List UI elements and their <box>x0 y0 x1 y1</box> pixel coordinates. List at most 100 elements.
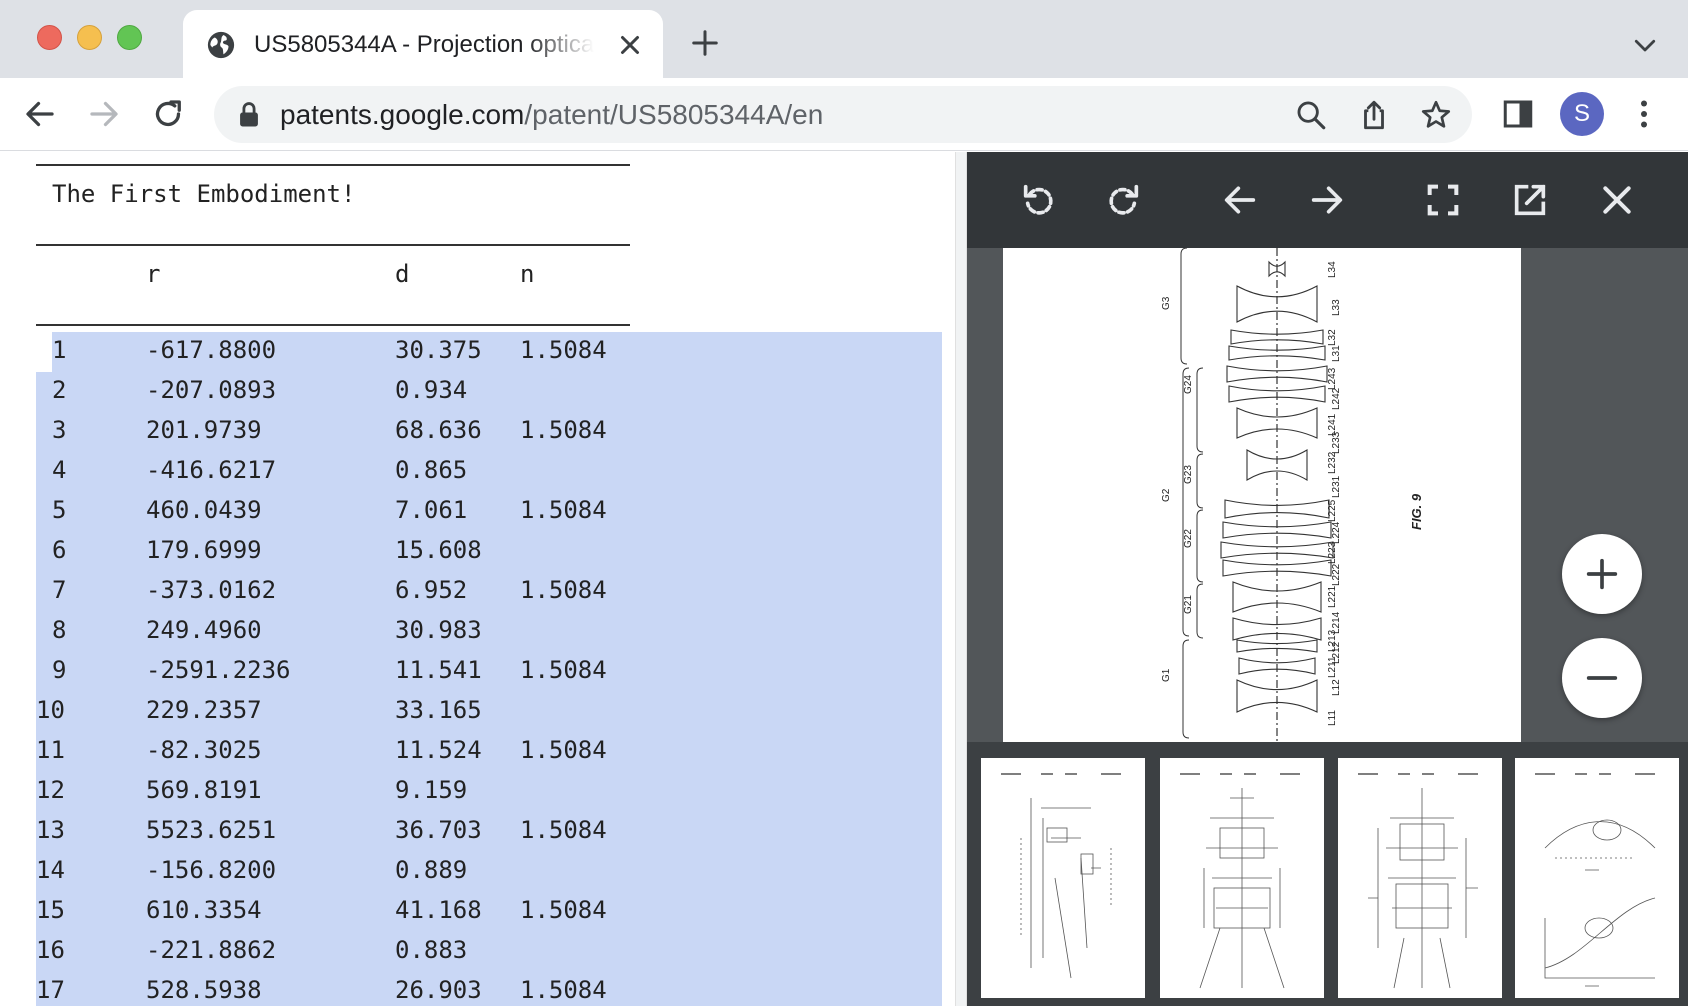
radius-value: -221.8862 <box>146 936 277 964</box>
radius-value: 610.3354 <box>146 896 262 924</box>
column-header-n: n <box>520 260 535 288</box>
chevron-down-icon[interactable] <box>1630 30 1660 60</box>
thumbnail-drawing <box>1180 773 1300 989</box>
lens-label: L223 <box>1327 541 1338 564</box>
next-image-icon[interactable] <box>1307 180 1347 220</box>
radius-value: 179.6999 <box>146 536 262 564</box>
group-label: G24 <box>1183 375 1194 394</box>
group-brackets <box>1180 248 1204 739</box>
close-window-button[interactable] <box>37 25 62 50</box>
tab-title: US5805344A - Projection optical system <box>254 31 594 58</box>
table-row: 8 249.4960 30.983 <box>0 612 955 652</box>
row-number: 12 <box>36 776 65 804</box>
group-bracket <box>1196 453 1204 509</box>
profile-avatar[interactable]: S <box>1560 92 1604 136</box>
radius-value: -617.8800 <box>146 336 277 364</box>
row-number: 17 <box>36 976 65 1004</box>
distance-value: 0.883 <box>395 936 468 964</box>
row-number: 13 <box>36 816 65 844</box>
radius-value: -207.0893 <box>146 376 277 404</box>
radius-value: 5523.6251 <box>146 816 277 844</box>
back-arrow-icon[interactable] <box>22 96 58 132</box>
url-path: /patent/US5805344A/en <box>524 99 824 130</box>
share-icon[interactable] <box>1357 98 1391 132</box>
distance-value: 41.168 <box>395 896 482 924</box>
figure-labels: G3 G24 G23 G2 G22 G21 G1 L34 L33 L32L31 L243L242 L2… <box>1161 261 1342 726</box>
row-number: 14 <box>36 856 65 884</box>
row-number: 10 <box>36 696 65 724</box>
globe-icon <box>207 31 235 59</box>
refractive-index-value: 1.5084 <box>520 816 607 844</box>
radius-value: 201.9739 <box>146 416 262 444</box>
lens-label: L11 <box>1327 710 1338 726</box>
thumbnail-1[interactable] <box>981 758 1145 998</box>
radius-value: 249.4960 <box>146 616 262 644</box>
forward-arrow-icon[interactable] <box>86 96 122 132</box>
lens-label: L222 <box>1331 563 1342 586</box>
lens-label: L225 <box>1327 499 1338 522</box>
group-bracket <box>1196 509 1204 583</box>
column-header-d: d <box>395 260 410 288</box>
minimize-window-button[interactable] <box>77 25 102 50</box>
thumbnail-3[interactable] <box>1338 758 1502 998</box>
refractive-index-value: 1.5084 <box>520 496 607 524</box>
image-viewer: G3 G24 G23 G2 G22 G21 G1 L34 L33 L32 L31 L243 L242 L2… <box>967 152 1688 1006</box>
bookmark-star-icon[interactable] <box>1419 98 1453 132</box>
lens-label: L224 <box>1331 521 1342 544</box>
thumbnail-2[interactable] <box>1160 758 1324 998</box>
new-tab-icon[interactable] <box>690 28 720 58</box>
row-number: 6 <box>52 536 67 564</box>
row-number: 2 <box>52 376 67 404</box>
more-menu-icon[interactable] <box>1626 96 1662 132</box>
maximize-window-button[interactable] <box>117 25 142 50</box>
row-number: 15 <box>36 896 65 924</box>
open-in-new-icon[interactable] <box>1510 180 1550 220</box>
figure-caption: FIG. 9 <box>1409 493 1424 530</box>
fullscreen-icon[interactable] <box>1423 180 1463 220</box>
row-number: 5 <box>52 496 67 524</box>
table-row: 14 -156.8200 0.889 <box>0 852 955 892</box>
row-number: 8 <box>52 616 67 644</box>
radius-value: -82.3025 <box>146 736 262 764</box>
zoom-in-button[interactable] <box>1562 534 1642 614</box>
group-bracket <box>1182 639 1190 739</box>
lens-label: L211 <box>1327 656 1338 678</box>
tab-strip: US5805344A - Projection optical system <box>0 0 1688 78</box>
close-tab-icon[interactable] <box>615 30 645 60</box>
radius-value: -373.0162 <box>146 576 277 604</box>
distance-value: 6.952 <box>395 576 468 604</box>
group-label: G2 <box>1161 488 1172 502</box>
zoom-out-button[interactable] <box>1562 638 1642 718</box>
refractive-index-value: 1.5084 <box>520 416 607 444</box>
previous-image-icon[interactable] <box>1220 180 1260 220</box>
distance-value: 0.865 <box>395 456 468 484</box>
close-viewer-icon[interactable] <box>1597 180 1637 220</box>
lens-label: L32 <box>1327 329 1338 346</box>
plus-icon <box>1586 558 1618 590</box>
rotate-left-icon[interactable] <box>1019 180 1059 220</box>
group-bracket <box>1180 248 1188 365</box>
rotate-right-icon[interactable] <box>1103 180 1143 220</box>
address-bar[interactable]: patents.google.com/patent/US5805344A/en <box>214 86 1472 143</box>
lock-icon[interactable] <box>236 101 262 129</box>
refractive-index-value: 1.5084 <box>520 656 607 684</box>
lens-label: L33 <box>1331 299 1342 316</box>
thumbnail-4[interactable] <box>1515 758 1679 998</box>
reload-icon[interactable] <box>150 96 186 132</box>
radius-value: -2591.2236 <box>146 656 291 684</box>
pane-splitter[interactable] <box>955 152 967 1006</box>
search-icon[interactable] <box>1294 98 1328 132</box>
refractive-index-value: 1.5084 <box>520 736 607 764</box>
side-panel-icon[interactable] <box>1500 96 1536 132</box>
table-rule-top <box>36 164 630 166</box>
patent-figure-image[interactable]: G3 G24 G23 G2 G22 G21 G1 L34 L33 L32 L31 L243 L242 L2… <box>1003 248 1521 742</box>
table-row: 12 569.8191 9.159 <box>0 772 955 812</box>
lens-label: L233 <box>1331 431 1342 454</box>
thumbnail-drawing <box>1358 773 1478 989</box>
row-number: 3 <box>52 416 67 444</box>
thumbnail-strip <box>967 742 1688 1006</box>
url-text[interactable]: patents.google.com/patent/US5805344A/en <box>280 98 823 131</box>
distance-value: 30.983 <box>395 616 482 644</box>
table-rule-bottom <box>36 324 630 326</box>
browser-tab-active[interactable]: US5805344A - Projection optical system <box>183 10 663 78</box>
